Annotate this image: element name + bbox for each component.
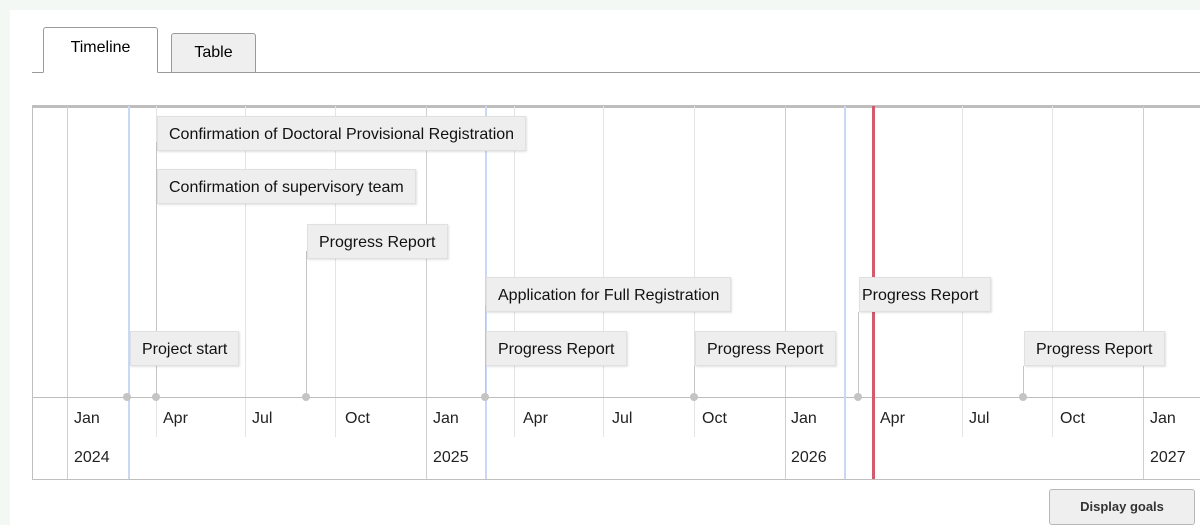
month-label: Apr — [523, 410, 548, 427]
axis-separator — [1052, 397, 1053, 437]
year-label: 2025 — [433, 449, 469, 466]
marker-line[interactable] — [128, 106, 130, 479]
timeline-top-border — [33, 106, 1200, 108]
axis-separator — [1143, 397, 1144, 479]
month-label: Jan — [791, 410, 817, 427]
axis-separator — [426, 397, 427, 479]
month-label: Jan — [1150, 410, 1176, 427]
axis-separator — [962, 397, 963, 437]
timeline-item[interactable]: Application for Full Registration — [486, 277, 732, 312]
item-dot — [302, 393, 310, 401]
month-label: Oct — [345, 410, 370, 427]
item-dot — [1019, 393, 1027, 401]
year-label: 2024 — [74, 449, 110, 466]
month-label: Jul — [612, 410, 633, 427]
axis-separator — [785, 397, 786, 479]
month-label: Apr — [163, 410, 188, 427]
timeline-item[interactable]: Progress Report — [486, 331, 627, 366]
tab-bar-divider — [32, 72, 1200, 73]
item-stem — [858, 312, 859, 397]
axis-separator — [245, 397, 246, 437]
item-dot — [481, 393, 489, 401]
axis-separator — [694, 397, 695, 437]
display-goals-button[interactable]: Display goals — [1049, 489, 1195, 525]
month-label: Jul — [252, 410, 273, 427]
axis-separator — [335, 397, 336, 437]
month-label: Apr — [880, 410, 905, 427]
item-dot — [123, 393, 131, 401]
axis-separator — [156, 397, 157, 437]
timeline-chart[interactable]: Confirmation of Doctoral Provisional Reg… — [32, 105, 1200, 480]
gridline — [67, 106, 68, 397]
marker-line[interactable] — [844, 106, 846, 479]
axis-separator — [67, 397, 68, 479]
timeline-item[interactable]: Progress Report — [1024, 331, 1165, 366]
month-label: Jan — [74, 410, 100, 427]
month-label: Jan — [433, 410, 459, 427]
year-label: 2027 — [1150, 449, 1186, 466]
item-dot — [854, 393, 862, 401]
tab-table[interactable]: Table — [171, 33, 256, 73]
timeline-item[interactable]: Confirmation of supervisory team — [157, 169, 416, 204]
month-label: Jul — [969, 410, 990, 427]
item-dot — [152, 393, 160, 401]
timeline-item[interactable]: Progress Report — [307, 224, 448, 259]
item-stem — [306, 251, 307, 397]
axis-separator — [514, 397, 515, 437]
timeline-item[interactable]: Confirmation of Doctoral Provisional Reg… — [157, 116, 527, 151]
timeline-item[interactable]: Progress Report — [695, 331, 836, 366]
month-label: Oct — [702, 410, 727, 427]
tab-timeline[interactable]: Timeline — [43, 27, 158, 73]
year-label: 2026 — [791, 449, 827, 466]
timeline-item[interactable]: Project start — [130, 331, 240, 366]
gridline — [962, 106, 963, 397]
axis-separator — [603, 397, 604, 437]
month-label: Oct — [1060, 410, 1085, 427]
item-dot — [690, 393, 698, 401]
timeline-item[interactable]: Progress Report — [859, 277, 991, 312]
